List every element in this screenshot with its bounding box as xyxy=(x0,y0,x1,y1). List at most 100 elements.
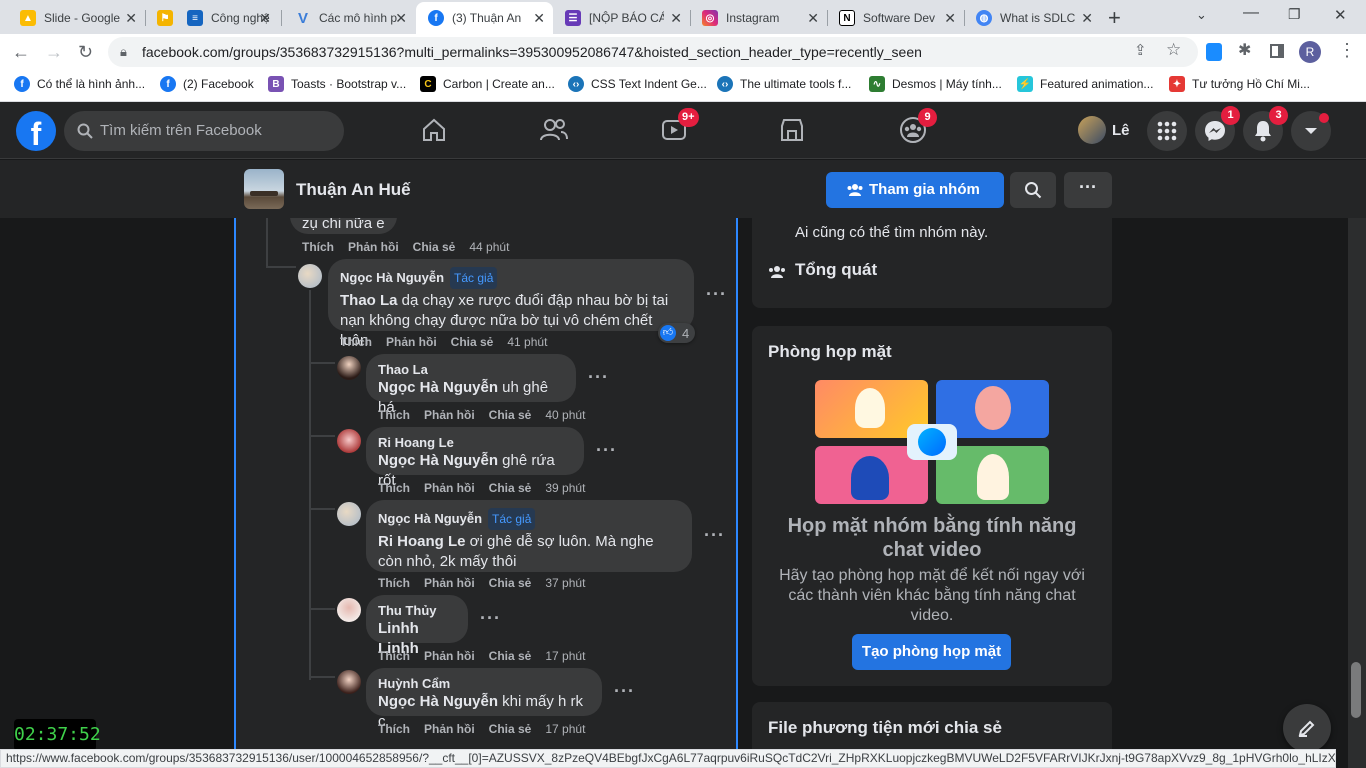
browser-menu-icon[interactable]: ⋮ xyxy=(1338,40,1356,61)
comment-author[interactable]: Ri Hoang Le xyxy=(378,435,572,451)
lock-icon[interactable]: 🔒︎ xyxy=(120,37,127,67)
address-bar[interactable]: 🔒︎ facebook.com/groups/353683732915136?m… xyxy=(108,37,1198,67)
share-icon[interactable]: ⇪ xyxy=(1134,41,1147,59)
group-search-button[interactable] xyxy=(1010,172,1056,208)
menu-grid-icon[interactable] xyxy=(1147,111,1187,151)
close-icon[interactable]: ✕ xyxy=(944,10,956,27)
comment-time[interactable]: 41 phút xyxy=(507,335,547,349)
comment-author[interactable]: Thao La xyxy=(378,362,564,378)
bookmark-item[interactable]: ∿ Desmos | Máy tính... xyxy=(869,76,1002,92)
create-room-button[interactable]: Tạo phòng họp mặt xyxy=(852,634,1011,670)
comment-time[interactable]: 44 phút xyxy=(469,240,509,254)
browser-tab[interactable]: ▲ Slide - Google ✕ xyxy=(8,2,145,34)
facebook-logo[interactable]: f xyxy=(16,111,56,152)
extension-drop-icon[interactable] xyxy=(1206,43,1222,61)
reply-action[interactable]: Phản hồi xyxy=(424,481,475,495)
bookmark-item[interactable]: f (2) Facebook xyxy=(160,76,254,92)
bookmark-item[interactable]: ✦ Tư tưởng Hồ Chí Mi... xyxy=(1169,76,1310,92)
share-action[interactable]: Chia sẻ xyxy=(489,722,532,736)
reaction-count[interactable]: 👍︎ 4 xyxy=(658,323,696,343)
browser-tab[interactable]: V Các mô hình p ✕ xyxy=(283,2,415,34)
comment-author[interactable]: Ngọc Hà Nguyễn xyxy=(340,270,444,285)
like-action[interactable]: Thích xyxy=(378,576,410,590)
messenger-icon[interactable]: 1 xyxy=(1195,106,1240,151)
avatar[interactable] xyxy=(298,264,322,288)
like-action[interactable]: Thích xyxy=(378,481,410,495)
new-message-compose-icon[interactable] xyxy=(1283,704,1331,752)
like-action[interactable]: Thích xyxy=(378,408,410,422)
restore-icon[interactable]: ❐ xyxy=(1288,6,1301,23)
like-action[interactable]: Thích xyxy=(340,335,372,349)
watch-icon[interactable]: 9+ xyxy=(654,108,699,150)
comment-more-icon[interactable]: ··· xyxy=(588,367,609,388)
comment-more-icon[interactable]: ··· xyxy=(480,608,501,629)
avatar[interactable] xyxy=(337,429,361,453)
bookmark-item[interactable]: ⚡ Featured animation... xyxy=(1017,76,1153,92)
reply-action[interactable]: Phản hồi xyxy=(424,408,475,422)
comment-mention[interactable]: Thao La xyxy=(340,292,398,309)
new-tab-plus-icon[interactable]: + xyxy=(1108,5,1121,31)
share-action[interactable]: Chia sẻ xyxy=(451,335,494,349)
comment-author[interactable]: Ngọc Hà Nguyễn xyxy=(378,511,482,526)
minimize-icon[interactable]: — xyxy=(1243,4,1259,22)
comment-mention[interactable]: Ngọc Hà Nguyễn xyxy=(378,379,498,396)
close-icon[interactable]: ✕ xyxy=(125,10,137,27)
tab-search-chevron-icon[interactable]: ⌄ xyxy=(1196,7,1207,23)
close-window-icon[interactable]: ✕ xyxy=(1334,6,1347,24)
bookmark-item[interactable]: ‹› CSS Text Indent Ge... xyxy=(568,76,707,92)
browser-tab-active[interactable]: f (3) Thuận An ✕ xyxy=(416,2,553,34)
close-icon[interactable]: ✕ xyxy=(670,10,682,27)
join-group-button[interactable]: Tham gia nhóm xyxy=(826,172,1004,208)
overview-label[interactable]: Tổng quát xyxy=(795,260,877,280)
browser-tab[interactable]: ◍ What is SDLC ✕ xyxy=(964,2,1101,34)
forward-arrow-icon[interactable]: → xyxy=(45,42,63,63)
close-icon[interactable]: ✕ xyxy=(259,10,271,27)
scrollbar-thumb[interactable] xyxy=(1351,662,1361,718)
avatar[interactable] xyxy=(337,356,361,380)
comment-time[interactable]: 17 phút xyxy=(545,722,585,736)
avatar[interactable] xyxy=(337,502,361,526)
group-cover-thumbnail[interactable] xyxy=(244,169,284,209)
profile-avatar[interactable]: R xyxy=(1299,41,1321,63)
user-avatar[interactable] xyxy=(1078,116,1106,144)
comment-mention[interactable]: Ri Hoang Le xyxy=(378,533,466,550)
groups-icon[interactable]: 9 xyxy=(893,108,937,150)
browser-tab[interactable]: ⚑ xyxy=(145,2,175,34)
like-action[interactable]: Thích xyxy=(378,649,410,663)
bookmark-item[interactable]: f Có thể là hình ảnh... xyxy=(14,76,145,92)
comment-time[interactable]: 40 phút xyxy=(545,408,585,422)
notifications-bell-icon[interactable]: 3 xyxy=(1243,106,1288,151)
comment-more-icon[interactable]: ··· xyxy=(704,525,725,546)
comment-time[interactable]: 17 phút xyxy=(545,649,585,663)
comment-more-icon[interactable]: ··· xyxy=(706,284,727,305)
reply-action[interactable]: Phản hồi xyxy=(424,722,475,736)
avatar[interactable] xyxy=(337,598,361,622)
home-icon[interactable] xyxy=(414,110,454,150)
extensions-puzzle-icon[interactable]: ✱ xyxy=(1238,40,1251,60)
side-panel-icon[interactable] xyxy=(1270,44,1284,58)
comment-more-icon[interactable]: ··· xyxy=(614,681,635,702)
avatar[interactable] xyxy=(337,670,361,694)
comment-author[interactable]: Huỳnh Cẩm xyxy=(378,676,590,692)
close-icon[interactable]: ✕ xyxy=(395,10,407,27)
share-action[interactable]: Chia sẻ xyxy=(489,481,532,495)
reply-action[interactable]: Phản hồi xyxy=(424,576,475,590)
browser-tab[interactable]: ◎ Instagram ✕ xyxy=(690,2,827,34)
close-icon[interactable]: ✕ xyxy=(1081,10,1093,27)
marketplace-icon[interactable] xyxy=(772,110,812,150)
comment-author[interactable]: Thu Thủy xyxy=(378,603,456,619)
friends-icon[interactable] xyxy=(534,110,574,150)
comment-mention[interactable]: Ngọc Hà Nguyễn xyxy=(378,452,498,469)
bookmark-star-icon[interactable]: ☆ xyxy=(1166,40,1181,60)
share-action[interactable]: Chia sẻ xyxy=(489,576,532,590)
like-action[interactable]: Thích xyxy=(378,722,410,736)
browser-tab[interactable]: ≡ Công nghệ ✕ xyxy=(175,2,279,34)
share-action[interactable]: Chia sẻ xyxy=(489,408,532,422)
like-action[interactable]: Thích xyxy=(302,240,334,254)
comment-time[interactable]: 39 phút xyxy=(545,481,585,495)
group-more-options-icon[interactable]: ··· xyxy=(1064,172,1112,208)
browser-tab[interactable]: N Software Dev ✕ xyxy=(827,2,964,34)
account-chevron-down-icon[interactable] xyxy=(1291,111,1331,151)
reply-action[interactable]: Phản hồi xyxy=(386,335,437,349)
comment-time[interactable]: 37 phút xyxy=(545,576,585,590)
